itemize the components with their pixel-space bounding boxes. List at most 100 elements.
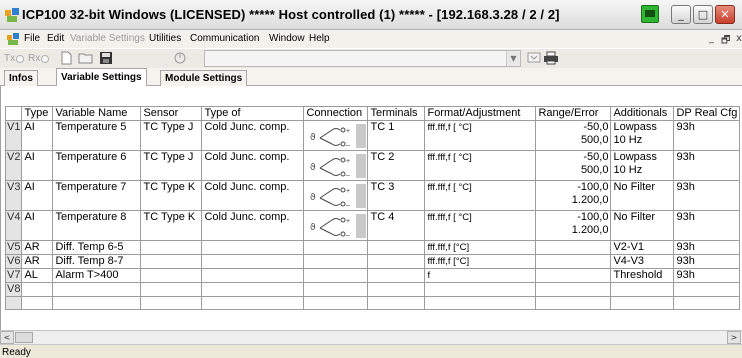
tab-variable-settings[interactable]: Variable Settings bbox=[56, 68, 147, 87]
row-id[interactable]: V5 bbox=[4, 240, 23, 255]
chevron-down-icon[interactable]: ▼ bbox=[506, 51, 520, 66]
cell-connection[interactable] bbox=[303, 282, 369, 297]
cell-type-of[interactable]: Cold Junc. comp. bbox=[201, 120, 305, 151]
cell-range-error[interactable] bbox=[535, 296, 612, 310]
column-header[interactable]: Range/Error bbox=[535, 106, 612, 121]
save-disk-icon[interactable] bbox=[98, 51, 114, 67]
cell-type[interactable]: AI bbox=[21, 180, 54, 211]
cell-type-of[interactable]: Cold Junc. comp. bbox=[201, 180, 305, 211]
mdi-close-button[interactable]: x bbox=[736, 33, 742, 44]
column-header[interactable]: Type of bbox=[201, 106, 305, 121]
cell-connection[interactable]: ϑ + – bbox=[303, 180, 369, 211]
row-id[interactable] bbox=[4, 296, 23, 310]
menu-utilities[interactable]: Utilities bbox=[149, 33, 181, 44]
cell-additionals[interactable]: V4-V3 bbox=[610, 254, 675, 269]
cell-format[interactable]: fff.fff,f [ °C] bbox=[424, 150, 537, 181]
cell-additionals[interactable]: Lowpass 10 Hz bbox=[610, 120, 675, 151]
cell-variable-name[interactable]: Diff. Temp 8-7 bbox=[52, 254, 142, 269]
cell-connection[interactable] bbox=[303, 240, 369, 255]
cell-variable-name[interactable]: Temperature 6 bbox=[52, 150, 142, 181]
cell-format[interactable] bbox=[424, 282, 537, 297]
menu-help[interactable]: Help bbox=[309, 33, 330, 44]
cell-variable-name[interactable]: Alarm T>400 bbox=[52, 268, 142, 283]
minimize-button[interactable]: _ bbox=[671, 5, 691, 24]
cell-format[interactable]: fff.fff,f [ °C] bbox=[424, 210, 537, 241]
cell-range-error[interactable] bbox=[535, 240, 612, 255]
tab-module-settings[interactable]: Module Settings bbox=[160, 70, 248, 86]
cell-type[interactable]: AI bbox=[21, 210, 54, 241]
cell-type[interactable]: AR bbox=[21, 254, 54, 269]
maximize-button[interactable]: □ bbox=[693, 5, 713, 24]
cell-additionals[interactable]: No Filter bbox=[610, 180, 675, 211]
cell-sensor[interactable]: TC Type K bbox=[140, 210, 203, 241]
cell-variable-name[interactable] bbox=[52, 296, 142, 310]
cell-type-of[interactable] bbox=[201, 240, 305, 255]
cell-dp-real-cfg[interactable]: 93h bbox=[673, 240, 741, 255]
cell-terminals[interactable] bbox=[367, 296, 426, 310]
cell-variable-name[interactable]: Diff. Temp 6-5 bbox=[52, 240, 142, 255]
scroll-thumb[interactable] bbox=[15, 332, 33, 343]
row-id[interactable]: V6 bbox=[4, 254, 23, 269]
row-id[interactable]: V4 bbox=[4, 210, 23, 241]
column-header[interactable]: Terminals bbox=[367, 106, 426, 121]
row-id[interactable]: V8 bbox=[4, 282, 23, 297]
cell-format[interactable]: fff.fff,f [ °C] bbox=[424, 120, 537, 151]
mdi-minimize-button[interactable]: _ bbox=[709, 33, 714, 44]
scroll-left-button[interactable]: < bbox=[0, 331, 14, 344]
row-id[interactable]: V3 bbox=[4, 180, 23, 211]
cell-range-error[interactable] bbox=[535, 254, 612, 269]
cell-range-error[interactable] bbox=[535, 282, 612, 297]
cell-type[interactable] bbox=[21, 296, 54, 310]
cell-sensor[interactable]: TC Type J bbox=[140, 150, 203, 181]
column-header[interactable]: DP Real Cfg bbox=[673, 106, 741, 121]
cell-type[interactable]: AL bbox=[21, 268, 54, 283]
cell-range-error[interactable]: -50,0 500,0 bbox=[535, 150, 612, 181]
cell-format[interactable]: fff.fff,f [ °C] bbox=[424, 180, 537, 211]
menu-communication[interactable]: Communication bbox=[190, 33, 259, 44]
cell-variable-name[interactable] bbox=[52, 282, 142, 297]
cell-connection[interactable] bbox=[303, 296, 369, 310]
cell-connection[interactable] bbox=[303, 268, 369, 283]
cell-type-of[interactable] bbox=[201, 282, 305, 297]
scroll-right-button[interactable]: > bbox=[727, 331, 741, 344]
column-header[interactable]: Format/Adjustment bbox=[424, 106, 537, 121]
print-icon[interactable] bbox=[543, 51, 559, 67]
cell-type-of[interactable]: Cold Junc. comp. bbox=[201, 210, 305, 241]
table-row[interactable]: V5 AR Diff. Temp 6-5 fff.fff,f [°C] V2-V1 93h bbox=[4, 240, 741, 255]
cell-range-error[interactable]: -100,0 1.200,0 bbox=[535, 210, 612, 241]
cell-range-error[interactable]: -100,0 1.200,0 bbox=[535, 180, 612, 211]
cell-terminals[interactable] bbox=[367, 254, 426, 269]
cell-dp-real-cfg[interactable] bbox=[673, 296, 741, 310]
cell-sensor[interactable] bbox=[140, 296, 203, 310]
table-row[interactable]: V1 AI Temperature 5 TC Type J Cold Junc. com… bbox=[4, 120, 741, 151]
cell-variable-name[interactable]: Temperature 7 bbox=[52, 180, 142, 211]
cell-type[interactable] bbox=[21, 282, 54, 297]
document-icon[interactable] bbox=[6, 32, 20, 46]
column-header[interactable]: Sensor bbox=[140, 106, 203, 121]
address-combo[interactable]: ▼ bbox=[204, 50, 521, 67]
column-header[interactable]: Additionals bbox=[610, 106, 675, 121]
horizontal-scrollbar[interactable]: < > bbox=[0, 330, 742, 344]
table-row[interactable]: V3 AI Temperature 7 TC Type K Cold Junc. com… bbox=[4, 180, 741, 211]
close-button[interactable]: ✕ bbox=[715, 5, 735, 24]
cell-type[interactable]: AI bbox=[21, 120, 54, 151]
cell-type-of[interactable] bbox=[201, 296, 305, 310]
cell-connection[interactable]: ϑ + – bbox=[303, 120, 369, 151]
cell-sensor[interactable]: TC Type K bbox=[140, 180, 203, 211]
cell-format[interactable]: fff.fff,f [°C] bbox=[424, 254, 537, 269]
cell-dp-real-cfg[interactable]: 93h bbox=[673, 120, 741, 151]
cell-terminals[interactable] bbox=[367, 268, 426, 283]
cell-terminals[interactable]: TC 2 bbox=[367, 150, 426, 181]
cell-dp-real-cfg[interactable]: 93h bbox=[673, 150, 741, 181]
cell-format[interactable] bbox=[424, 296, 537, 310]
cell-terminals[interactable]: TC 3 bbox=[367, 180, 426, 211]
menu-variable-settings[interactable]: Variable Settings bbox=[70, 33, 145, 44]
cell-format[interactable]: fff.fff,f [°C] bbox=[424, 240, 537, 255]
cell-additionals[interactable]: Threshold bbox=[610, 268, 675, 283]
cell-variable-name[interactable]: Temperature 8 bbox=[52, 210, 142, 241]
cell-range-error[interactable]: -50,0 500,0 bbox=[535, 120, 612, 151]
cell-range-error[interactable] bbox=[535, 268, 612, 283]
cell-type-of[interactable] bbox=[201, 268, 305, 283]
monitor-icon[interactable] bbox=[526, 51, 542, 67]
menu-file[interactable]: File bbox=[24, 33, 40, 44]
